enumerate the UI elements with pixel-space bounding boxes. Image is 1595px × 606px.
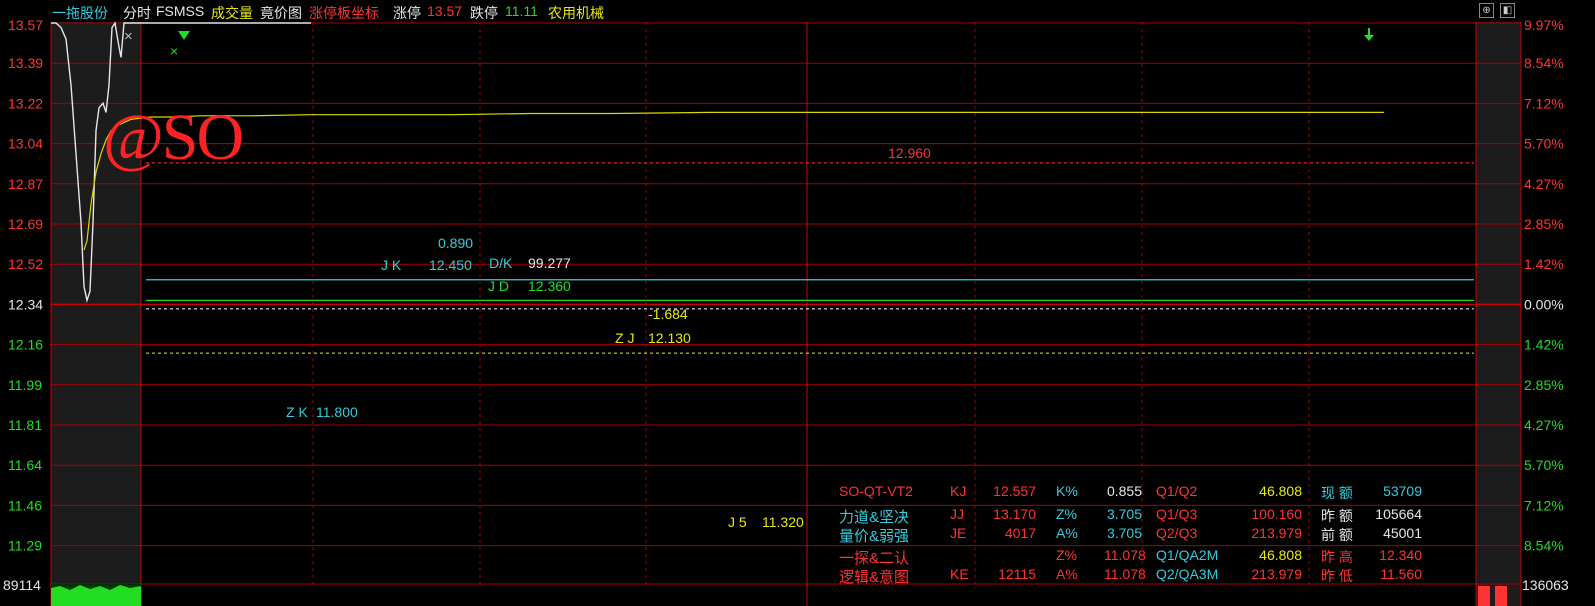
- dk-label: D/K: [489, 255, 513, 271]
- panel-amount-label: 昨 高: [1321, 549, 1353, 565]
- panel-pct-value: 11.078: [1104, 566, 1146, 582]
- jd-value: 12.360: [528, 278, 571, 294]
- price-axis-label: 11.81: [8, 417, 42, 433]
- pct-axis-label: 7.12%: [1524, 95, 1564, 111]
- watermark: @SO: [103, 101, 244, 174]
- panel-amount-value: 12.340: [1379, 547, 1422, 563]
- panel-amount-value: 45001: [1383, 525, 1422, 541]
- volume-left-label: 89114: [3, 577, 41, 593]
- panel-ratio-value: 213.979: [1251, 525, 1302, 541]
- panel-pct-label: Z%: [1056, 506, 1077, 522]
- price-axis-label: 11.46: [8, 497, 42, 513]
- pct-axis-label: 1.42%: [1524, 337, 1564, 353]
- price-axis-label: 11.64: [8, 457, 42, 473]
- zk-label: Z K: [286, 404, 308, 420]
- panel-ratio-label: Q2/QA3M: [1156, 566, 1219, 582]
- price-axis-label: 13.04: [8, 136, 43, 152]
- pct-axis-label: 4.27%: [1524, 176, 1564, 192]
- panel-code: JE: [950, 525, 967, 541]
- pct-axis-label: 2.85%: [1524, 377, 1564, 393]
- pct-axis-label: 8.54%: [1524, 538, 1564, 554]
- jd-label: J D: [488, 278, 509, 294]
- volume-bar-right-2: [1495, 586, 1507, 606]
- pct-axis-label: 8.54%: [1524, 55, 1564, 71]
- panel-pct-value: 3.705: [1106, 506, 1142, 522]
- price-axis-label: 11.99: [8, 377, 42, 393]
- panel-pct-value: 11.078: [1104, 547, 1146, 563]
- pct-axis-label: 7.12%: [1524, 497, 1564, 513]
- panel-ratio-value: 213.979: [1251, 566, 1302, 582]
- pct-axis-label: 9.97%: [1524, 17, 1564, 33]
- price-axis-label: 11.29: [8, 538, 42, 554]
- price-axis-label: 12.52: [8, 256, 43, 272]
- pct-axis-label: 1.42%: [1524, 256, 1564, 272]
- panel-amount-label: 昨 低: [1321, 568, 1353, 584]
- pct-axis-label: 2.85%: [1524, 216, 1564, 232]
- jk-top-value: 0.890: [438, 235, 474, 251]
- panel-ratio-value: 46.808: [1259, 483, 1302, 499]
- volume-right-label: 136063: [1522, 577, 1569, 593]
- panel-name: 力道&坚决: [839, 509, 910, 526]
- price-axis-label: 12.69: [8, 216, 43, 232]
- cross-marker-icon: ×: [170, 43, 178, 59]
- pct-axis-label: 5.70%: [1524, 457, 1564, 473]
- jk-label: J K: [381, 257, 402, 273]
- panel-amount-label: 现 额: [1321, 485, 1353, 501]
- panel-code-value: 12.557: [993, 483, 1036, 499]
- after-hours-area: [1476, 22, 1521, 606]
- panel-code: KJ: [950, 483, 967, 499]
- level-12960-label: 12.960: [888, 145, 931, 161]
- volume-bar-right-1: [1478, 586, 1490, 606]
- j5-value: 11.320: [762, 514, 804, 530]
- j5-label: J 5: [728, 514, 747, 530]
- zj-label: Z J: [615, 330, 635, 346]
- dk-value: 99.277: [528, 255, 571, 271]
- panel-code: JJ: [950, 506, 964, 522]
- price-axis-label: 13.57: [8, 17, 43, 33]
- jk-value: 12.450: [429, 257, 472, 273]
- pct-axis-label: 5.70%: [1524, 136, 1564, 152]
- panel-pct-value: 3.705: [1106, 525, 1142, 541]
- panel-amount-label: 昨 额: [1321, 508, 1353, 524]
- pct-axis-label: 0.00%: [1524, 296, 1564, 312]
- panel-ratio-label: Q1/Q2: [1156, 483, 1198, 499]
- panel-code-value: 13.170: [993, 506, 1036, 522]
- panel-ratio-value: 100.160: [1251, 506, 1302, 522]
- price-axis-label: 13.22: [8, 95, 43, 111]
- panel-code-value: 12115: [998, 566, 1036, 582]
- price-axis-label: 12.34: [8, 296, 43, 312]
- panel-pct-label: K%: [1056, 483, 1078, 499]
- panel-ratio-value: 46.808: [1259, 547, 1302, 563]
- avg-price-line: [83, 111, 1384, 251]
- panel-ratio-label: Q2/Q3: [1156, 525, 1198, 541]
- price-axis-label: 13.39: [8, 55, 43, 71]
- panel-pct-label: Z%: [1056, 547, 1077, 563]
- neg-value: -1.684: [648, 306, 688, 322]
- panel-amount-value: 105664: [1375, 506, 1422, 522]
- panel-pct-label: A%: [1056, 525, 1078, 541]
- price-axis-label: 12.87: [8, 176, 43, 192]
- buy-marker-icon: [178, 31, 190, 40]
- panel-name: 逻辑&意图: [839, 569, 910, 586]
- panel-pct-value: 0.855: [1106, 483, 1142, 499]
- panel-name: 量价&弱强: [839, 528, 910, 545]
- down-arrow-icon: [1364, 28, 1374, 41]
- pct-axis-label: 4.27%: [1524, 417, 1564, 433]
- price-series: [51, 21, 1474, 354]
- panel-ratio-label: Q1/Q3: [1156, 506, 1198, 522]
- panel-amount-value: 11.560: [1380, 566, 1422, 582]
- panel-amount-label: 前 额: [1321, 527, 1353, 543]
- zj-value: 12.130: [648, 330, 691, 346]
- price-axis-label: 12.16: [8, 337, 43, 353]
- close-mark-icon[interactable]: ×: [124, 28, 133, 45]
- panel-name: SO-QT-VT2: [839, 483, 913, 499]
- panel-ratio-label: Q1/QA2M: [1156, 547, 1219, 563]
- panel-code: KE: [950, 566, 969, 582]
- panel-code-value: 4017: [1004, 525, 1036, 541]
- volume-bars: [51, 585, 141, 606]
- panel-name: 一探&二认: [839, 550, 910, 567]
- zk-value: 11.800: [316, 404, 358, 420]
- panel-amount-value: 53709: [1383, 483, 1422, 499]
- panel-pct-label: A%: [1056, 566, 1078, 582]
